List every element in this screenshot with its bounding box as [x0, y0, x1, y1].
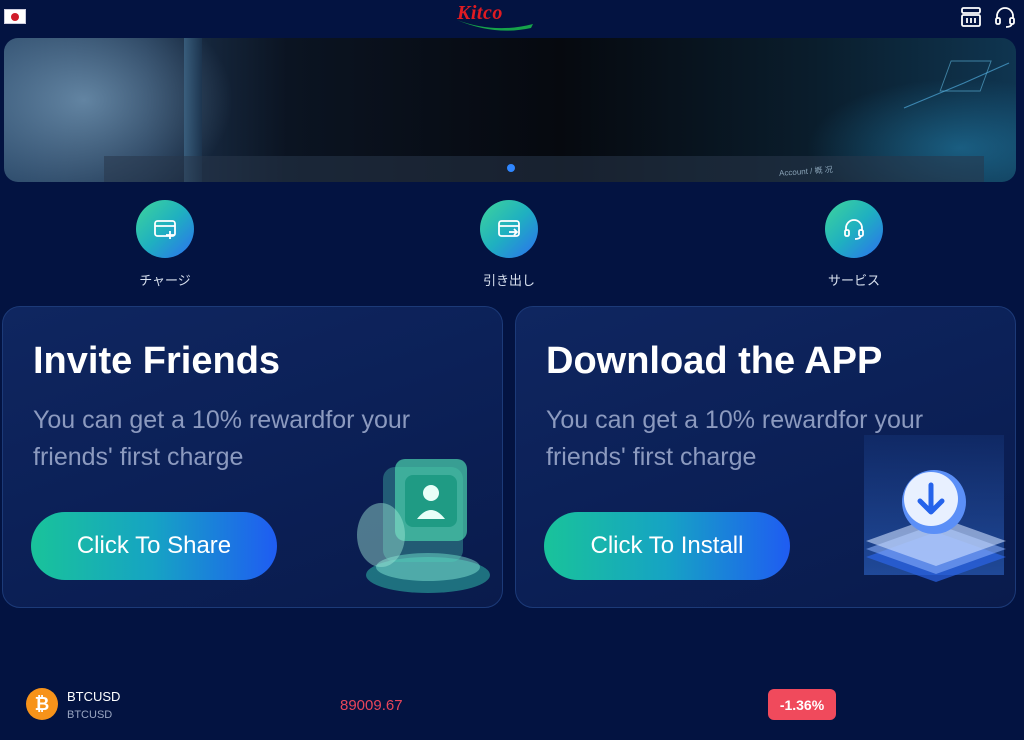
quick-action-label: チャージ: [139, 273, 191, 288]
card-title: Download the APP: [546, 340, 883, 382]
quick-action-charge[interactable]: チャージ: [115, 200, 215, 289]
banner-decor-lines: [903, 60, 1010, 109]
carousel-indicator-dot[interactable]: [507, 164, 515, 172]
invite-illustration-icon: [357, 459, 490, 593]
logo-swoosh-icon: [457, 20, 533, 31]
kitco-logo: Kitco: [455, 2, 535, 31]
quick-action-label: 引き出し: [482, 273, 535, 288]
card-arrow-icon: [480, 200, 538, 258]
quick-action-withdraw[interactable]: 引き出し: [459, 200, 559, 289]
install-button[interactable]: Click To Install: [544, 512, 790, 580]
bitcoin-icon: ₿: [26, 688, 58, 720]
menu-list-icon[interactable]: [958, 4, 984, 30]
ticker-price: 89009.67: [340, 697, 403, 714]
headset-icon[interactable]: [992, 4, 1018, 30]
ticker-row-btcusd[interactable]: ₿ BTCUSD BTCUSD 89009.67 -1.36%: [0, 680, 1024, 730]
quick-action-service[interactable]: サービス: [804, 200, 904, 289]
ticker-symbol-sub: BTCUSD: [67, 709, 113, 721]
ticker-symbol: BTCUSD: [67, 689, 121, 704]
banner-bottom-bar: [104, 156, 984, 182]
ticker-change-badge: -1.36%: [768, 689, 836, 720]
japan-flag-icon[interactable]: [4, 9, 26, 24]
promo-banner[interactable]: Account / 概 况: [4, 38, 1016, 182]
download-app-card: Download the APP You can get a 10% rewar…: [515, 306, 1016, 608]
quick-action-label: サービス: [827, 273, 880, 288]
download-illustration-icon: [864, 435, 1006, 582]
share-button[interactable]: Click To Share: [31, 512, 277, 580]
top-bar: Kitco: [0, 0, 1024, 36]
headset-icon: [825, 200, 883, 258]
card-title: Invite Friends: [33, 340, 281, 382]
invite-friends-card: Invite Friends You can get a 10% rewardf…: [2, 306, 503, 608]
card-plus-icon: [136, 200, 194, 258]
